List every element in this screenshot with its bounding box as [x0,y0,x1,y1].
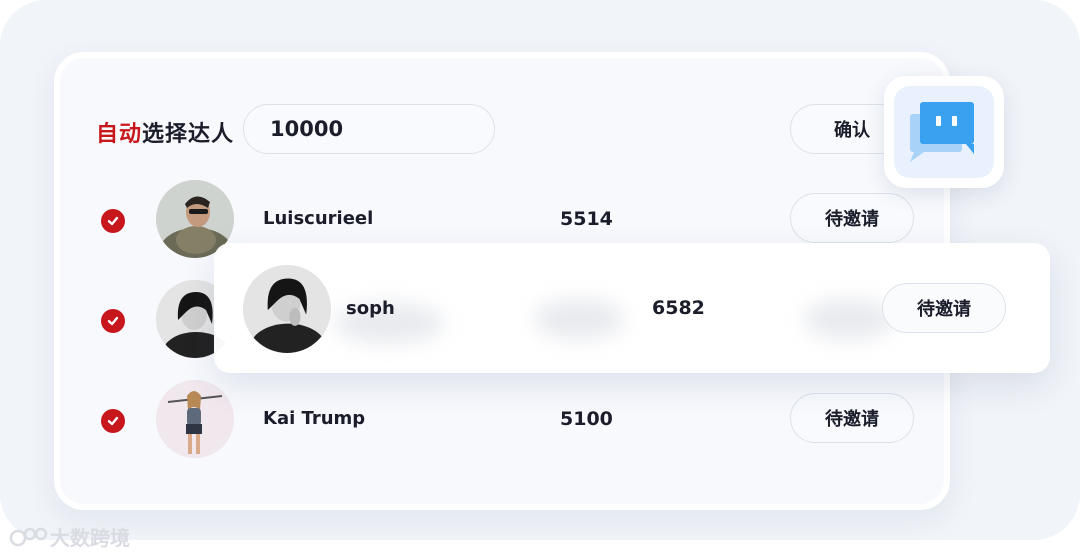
row-1-name: Luiscurieel [263,208,374,229]
blur-shadow [534,299,624,339]
row-1-count: 5514 [560,208,613,230]
row-3-invite-button[interactable]: 待邀请 [790,393,914,443]
watermark-text: 大数跨境 [50,526,130,550]
row-3-avatar [156,380,234,458]
watermark: 大数跨境 [8,522,130,551]
confirm-button-label: 确认 [834,120,870,141]
row-3-check-icon[interactable] [101,409,125,433]
row-2-invite-button[interactable]: 待邀请 [882,283,1006,333]
creator-count-value: 10000 [270,117,344,141]
chat-bubble-icon [910,102,974,162]
row-1-invite-label: 待邀请 [825,209,879,230]
row-2-name: soph [346,298,395,319]
row-1-invite-button[interactable]: 待邀请 [790,193,914,243]
row-2-invite-label: 待邀请 [917,299,971,320]
blur-shadow [804,299,894,339]
row-3-name: Kai Trump [263,408,366,429]
chat-tile[interactable] [884,76,1004,188]
row-2-check-icon[interactable] [101,309,125,333]
row-2-count: 6582 [652,297,705,319]
watermark-logo-icon [9,527,48,546]
row-1-check-icon[interactable] [101,209,125,233]
row-2-avatar [243,265,331,353]
row-3-count: 5100 [560,408,613,430]
creator-count-input[interactable]: 10000 [243,104,495,154]
row-3-invite-label: 待邀请 [825,409,879,430]
page-title: 自动选择达人 [96,122,235,147]
